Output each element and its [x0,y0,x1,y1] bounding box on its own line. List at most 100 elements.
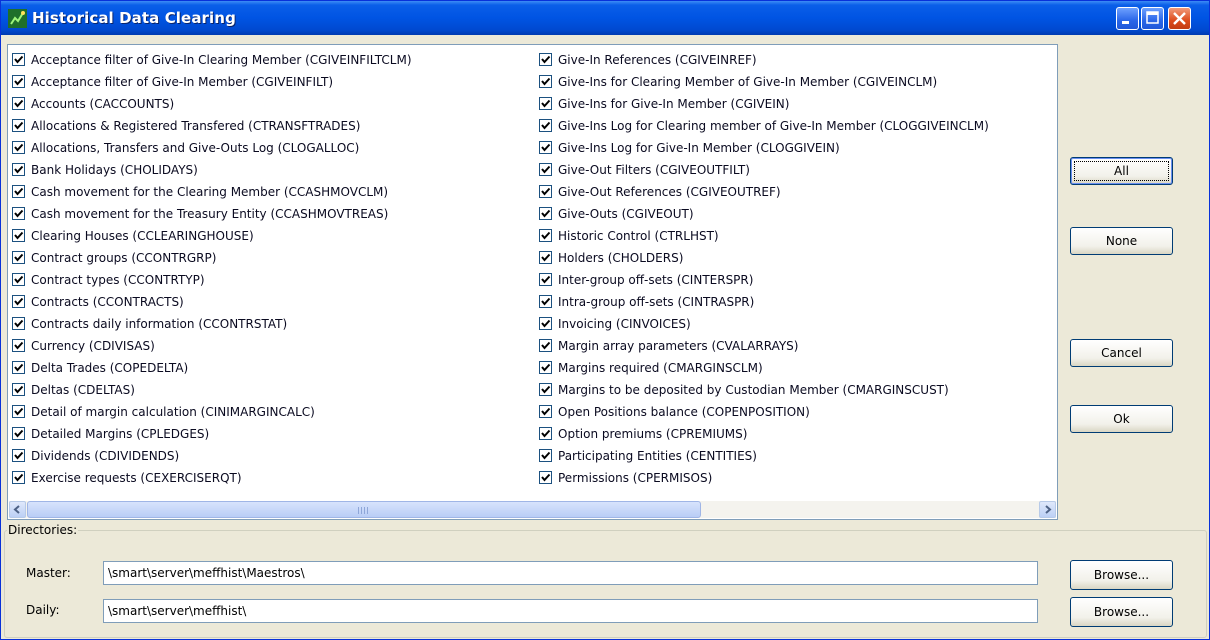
cancel-button[interactable]: Cancel [1070,339,1173,367]
checkbox[interactable] [12,97,25,110]
checkbox[interactable] [12,185,25,198]
checkmark-icon [14,209,24,218]
table-checklist-label: Give-Ins Log for Give-In Member (CLOGGIV… [558,141,840,155]
checkmark-icon [14,187,24,196]
checkbox[interactable] [12,251,25,264]
table-checklist-label: Give-Ins Log for Clearing member of Give… [558,119,989,133]
tables-checklist[interactable]: Acceptance filter of Give-In Clearing Me… [7,44,1058,520]
ok-button[interactable]: Ok [1070,405,1173,433]
checkbox[interactable] [539,273,552,286]
table-checklist-label: Contract types (CCONTRTYP) [31,273,205,287]
checkbox[interactable] [12,405,25,418]
checkmark-icon [541,77,551,86]
checkbox[interactable] [12,163,25,176]
checkbox[interactable] [12,53,25,66]
table-checklist-label: Accounts (CACCOUNTS) [31,97,175,111]
all-button[interactable]: All [1070,157,1173,185]
checkbox[interactable] [539,251,552,264]
checkbox[interactable] [12,229,25,242]
checkbox[interactable] [12,207,25,220]
checkbox[interactable] [12,317,25,330]
checkbox[interactable] [539,405,552,418]
table-checklist-label: Margins required (CMARGINSCLM) [558,361,763,375]
scrollbar-thumb[interactable] [27,501,701,518]
maximize-icon [1146,11,1159,24]
none-button[interactable]: None [1070,227,1173,255]
table-checklist-label: Delta Trades (COPEDELTA) [31,361,189,375]
table-checklist-label: Cash movement for the Treasury Entity (C… [31,207,389,221]
table-checklist-label: Clearing Houses (CCLEARINGHOUSE) [31,229,254,243]
checkbox[interactable] [12,449,25,462]
table-checklist-label: Cash movement for the Clearing Member (C… [31,185,389,199]
checkmark-icon [541,363,551,372]
checkbox[interactable] [539,163,552,176]
checkbox[interactable] [12,119,25,132]
checkmark-icon [541,319,551,328]
checkbox[interactable] [12,141,25,154]
checkbox[interactable] [539,449,552,462]
scroll-right-button[interactable] [1039,501,1056,518]
checkbox[interactable] [539,383,552,396]
checkmark-icon [14,77,24,86]
table-checklist-label: Allocations & Registered Transfered (CTR… [31,119,361,133]
table-checklist-label: Permissions (CPERMISOS) [558,471,713,485]
table-checklist-label: Detailed Margins (CPLEDGES) [31,427,210,441]
directories-group-label: Directories: [7,523,79,537]
checkbox[interactable] [12,471,25,484]
checkmark-icon [14,407,24,416]
checkbox[interactable] [539,185,552,198]
daily-browse-label: Browse... [1093,605,1150,619]
table-checklist-label: Deltas (CDELTAS) [31,383,135,397]
maximize-button[interactable] [1141,7,1164,30]
checkmark-icon [541,209,551,218]
table-checklist-label: Allocations, Transfers and Give-Outs Log… [31,141,360,155]
table-checklist-label: Open Positions balance (COPENPOSITION) [558,405,810,419]
table-checklist-label: Participating Entities (CENTITIES) [558,449,757,463]
checkbox[interactable] [539,471,552,484]
table-checklist-label: Give-Out References (CGIVEOUTREF) [558,185,781,199]
checkbox[interactable] [539,317,552,330]
checkbox[interactable] [539,75,552,88]
checkbox[interactable] [539,361,552,374]
checkmark-icon [541,429,551,438]
checkmark-icon [14,385,24,394]
checkbox[interactable] [539,427,552,440]
horizontal-scrollbar[interactable] [9,501,1056,518]
table-checklist-label: Currency (CDIVISAS) [31,339,155,353]
checkmark-icon [541,297,551,306]
table-checklist-label: Intra-group off-sets (CINTRASPR) [558,295,755,309]
scroll-left-button[interactable] [9,501,26,518]
checkbox[interactable] [12,75,25,88]
checkbox[interactable] [12,383,25,396]
checkbox[interactable] [12,339,25,352]
title-bar[interactable]: Historical Data Clearing [1,1,1209,35]
checkbox[interactable] [12,295,25,308]
master-directory-input[interactable]: \smart\server\meffhist\Maestros\ [103,561,1038,585]
checkmark-icon [14,429,24,438]
checkmark-icon [541,341,551,350]
app-icon [8,9,27,28]
checkmark-icon [14,275,24,284]
table-checklist-label: Give-Ins for Clearing Member of Give-In … [558,75,938,89]
master-browse-button[interactable]: Browse... [1070,560,1173,590]
checkbox[interactable] [539,339,552,352]
checkbox[interactable] [539,229,552,242]
checkbox[interactable] [539,295,552,308]
checkbox[interactable] [539,119,552,132]
checkmark-icon [541,385,551,394]
checkbox[interactable] [539,207,552,220]
daily-directory-input[interactable]: \smart\server\meffhist\ [103,599,1038,623]
master-label: Master: [26,566,71,580]
checkbox[interactable] [539,97,552,110]
checkbox[interactable] [539,53,552,66]
table-checklist-label: Contract groups (CCONTRGRP) [31,251,217,265]
checkbox[interactable] [12,361,25,374]
minimize-button[interactable] [1116,7,1139,30]
checkbox[interactable] [539,141,552,154]
checkbox[interactable] [12,427,25,440]
table-checklist-label: Margins to be deposited by Custodian Mem… [558,383,949,397]
table-checklist-label: Contracts daily information (CCONTRSTAT) [31,317,288,331]
daily-browse-button[interactable]: Browse... [1070,597,1173,627]
checkbox[interactable] [12,273,25,286]
close-button[interactable] [1168,7,1191,30]
